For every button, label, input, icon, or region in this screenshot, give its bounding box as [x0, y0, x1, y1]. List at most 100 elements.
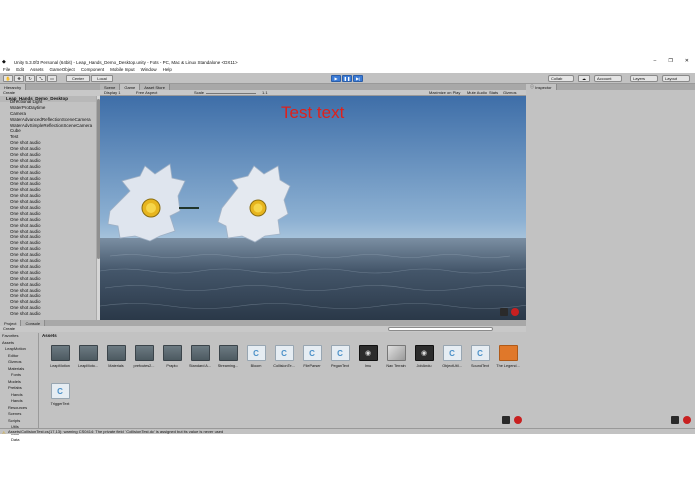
- asset-item[interactable]: C ObjectUtil...: [439, 345, 465, 368]
- asset-item[interactable]: Nav Terrain: [383, 345, 409, 368]
- asset-label: ObjectUtil...: [442, 364, 462, 368]
- asset-item[interactable]: C CollisionTe...: [271, 345, 297, 368]
- rotate-icon: ↻: [28, 76, 32, 81]
- asset-item[interactable]: Standard A...: [187, 345, 213, 368]
- hierarchy-tree: Directional Light WaterProDaytime Camera Wa…: [0, 99, 96, 317]
- project-create-dropdown[interactable]: Create: [3, 326, 15, 331]
- project-panel: Project Console Create: [0, 320, 526, 428]
- script-icon: C: [302, 345, 322, 361]
- inspector-tabbar: ⓘ Inspector: [526, 84, 695, 90]
- asset-label: LeapMoto...: [77, 364, 99, 368]
- account-dropdown[interactable]: Account: [594, 75, 622, 82]
- unity-logo-icon: ◆: [2, 59, 6, 65]
- download-overlay-icon[interactable]: [500, 308, 508, 316]
- hand-tool-button[interactable]: ✋: [3, 75, 13, 82]
- asset-label: PeganText: [331, 364, 349, 368]
- project-download-icon[interactable]: [502, 416, 510, 424]
- asset-label: Imu: [364, 364, 372, 368]
- menu-edit[interactable]: Edit: [16, 67, 24, 72]
- hand-icon: ✋: [5, 76, 11, 81]
- menu-file[interactable]: File: [3, 67, 10, 72]
- asset-label: Materials: [108, 364, 124, 368]
- folder-icon: [50, 345, 70, 361]
- collab-dropdown[interactable]: Collab: [548, 75, 574, 82]
- project-splitter[interactable]: [38, 333, 39, 428]
- asset-label: prefcutes2...: [133, 364, 155, 368]
- hierarchy-item[interactable]: WaterAdvancedReflectionSceneCamera: [0, 117, 96, 123]
- menu-assets[interactable]: Assets: [30, 67, 44, 72]
- asset-label: FileParser: [303, 364, 321, 368]
- project-breadcrumb[interactable]: Assets: [42, 333, 57, 338]
- window-titlebar: ◆ Unity 5.3.0f3 Personal (64bit) - Leap_…: [0, 58, 695, 66]
- hierarchy-item[interactable]: One shot audio: [0, 311, 96, 317]
- game-viewport[interactable]: [100, 96, 526, 320]
- asset-label: Streaming...: [217, 364, 239, 368]
- cloud-button[interactable]: ☁: [578, 75, 590, 82]
- asset-item[interactable]: LeapMoto...: [75, 345, 101, 368]
- orange-icon: [498, 345, 518, 361]
- close-button[interactable]: ✕: [685, 58, 689, 64]
- asset-label: The Legend...: [496, 364, 520, 368]
- script-icon: C: [442, 345, 462, 361]
- play-icon: ▶: [334, 76, 338, 81]
- stick-object: [179, 207, 199, 209]
- asset-item[interactable]: ◉ Imu: [355, 345, 381, 368]
- scale-slider[interactable]: [206, 92, 256, 94]
- layers-dropdown[interactable]: Layers: [630, 75, 658, 82]
- pause-button[interactable]: ❚❚: [342, 75, 352, 82]
- asset-item[interactable]: C FileParser: [299, 345, 325, 368]
- inspector-panel: ⓘ Inspector: [526, 84, 695, 428]
- project-search-input[interactable]: [388, 327, 493, 331]
- menu-component[interactable]: Component: [81, 67, 104, 72]
- asset-item[interactable]: C TriggerText: [47, 383, 73, 406]
- minimize-button[interactable]: –: [654, 58, 657, 64]
- status-message[interactable]: Assets/CollisionTest.cs(17,13): warning …: [8, 429, 223, 434]
- rect-icon: ▭: [50, 76, 54, 81]
- step-button[interactable]: ▶|: [353, 75, 363, 82]
- asset-label: TriggerText: [50, 402, 70, 406]
- folder-icon: [106, 345, 126, 361]
- inspector-download-icon[interactable]: [671, 416, 679, 424]
- move-tool-button[interactable]: ✥: [14, 75, 24, 82]
- asset-item[interactable]: C SoundText: [467, 345, 493, 368]
- asset-item[interactable]: C PeganText: [327, 345, 353, 368]
- folder-icon: [134, 345, 154, 361]
- cube-icon: [386, 345, 406, 361]
- overlay-test-text: Test text: [281, 103, 345, 122]
- record-overlay-icon[interactable]: [511, 308, 519, 316]
- asset-item[interactable]: prefcutes2...: [131, 345, 157, 368]
- rotate-tool-button[interactable]: ↻: [25, 75, 35, 82]
- script-icon: C: [470, 345, 490, 361]
- warning-icon: ⚠: [2, 430, 6, 435]
- maximize-button[interactable]: ❐: [668, 58, 672, 64]
- asset-label: Nav Terrain: [386, 364, 406, 368]
- asset-item[interactable]: Prapto: [159, 345, 185, 368]
- asset-item[interactable]: C Bloom: [243, 345, 269, 368]
- rect-tool-button[interactable]: ▭: [47, 75, 57, 82]
- asset-item[interactable]: ◉ JobAndu: [411, 345, 437, 368]
- project-folder-tree: Favorites Assets LeapMotion Editor Gizmos Mat…: [2, 333, 38, 444]
- menu-window[interactable]: Window: [141, 67, 157, 72]
- asset-item[interactable]: The Legend...: [495, 345, 521, 368]
- layout-dropdown[interactable]: Layout: [662, 75, 690, 82]
- project-tree-item[interactable]: Data: [2, 437, 38, 444]
- inspector-record-icon[interactable]: [683, 416, 691, 424]
- menu-gameobject[interactable]: GameObject: [50, 67, 75, 72]
- asset-label: SoundText: [471, 364, 489, 368]
- scale-tool-button[interactable]: ⤡: [36, 75, 46, 82]
- asset-item[interactable]: LeapMotion: [47, 345, 73, 368]
- pivot-center-toggle[interactable]: Center: [66, 75, 90, 82]
- menu-help[interactable]: Help: [163, 67, 172, 72]
- tab-inspector[interactable]: ⓘ Inspector: [526, 84, 557, 90]
- menu-mobile-input[interactable]: Mobile Input: [110, 67, 135, 72]
- asset-item[interactable]: Streaming...: [215, 345, 241, 368]
- play-button[interactable]: ▶: [331, 75, 341, 82]
- project-record-icon[interactable]: [514, 416, 522, 424]
- pivot-local-toggle[interactable]: Local: [91, 75, 113, 82]
- asset-label: JobAndu: [416, 364, 432, 368]
- cloud-icon: ☁: [582, 76, 586, 81]
- script-icon: C: [50, 383, 70, 399]
- script-icon: C: [330, 345, 350, 361]
- asset-item[interactable]: Materials: [103, 345, 129, 368]
- folder-icon: [218, 345, 238, 361]
